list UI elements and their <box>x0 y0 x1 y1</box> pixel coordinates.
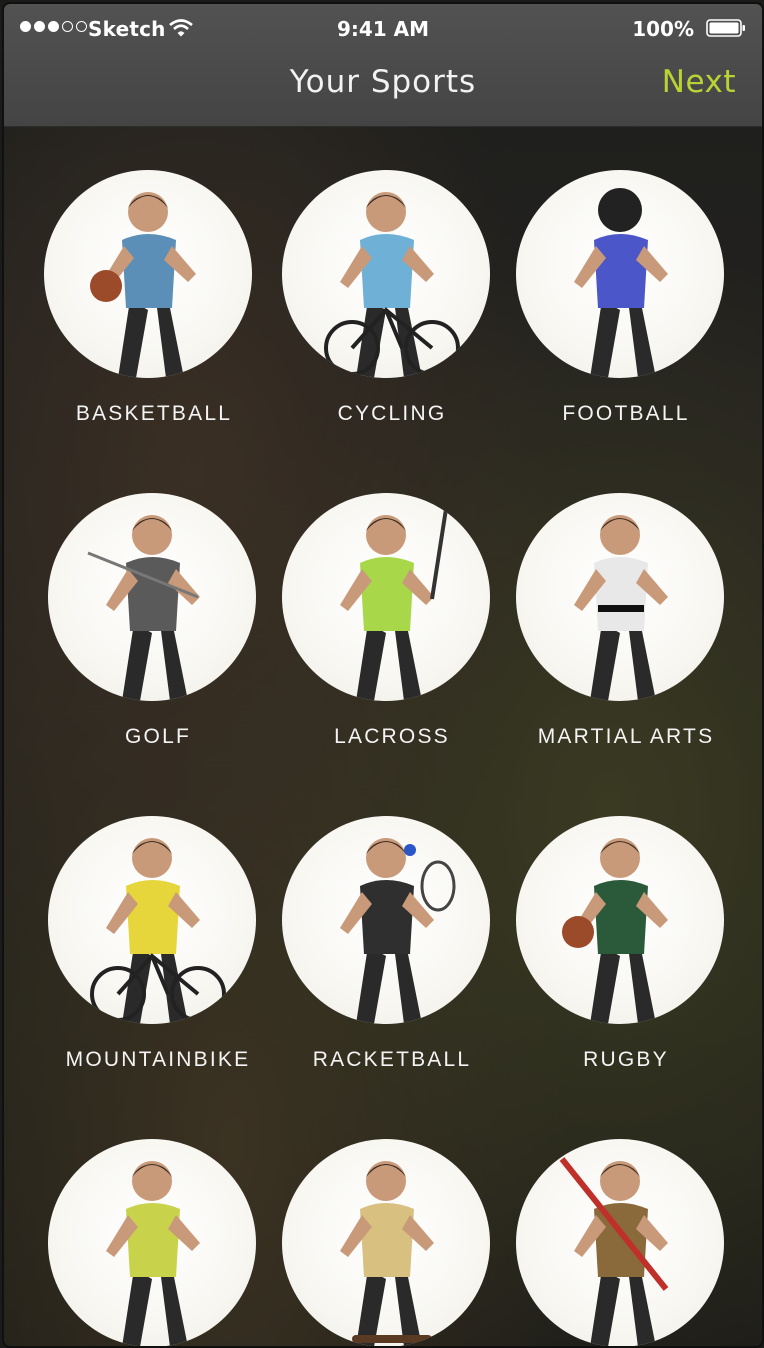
athlete-figure <box>574 515 668 701</box>
athlete-figure <box>87 515 200 701</box>
athlete-figure <box>559 1157 669 1346</box>
sport-photo-basketball <box>44 170 252 378</box>
athlete-figure <box>340 1161 434 1346</box>
athlete-figure <box>574 188 668 378</box>
next-button[interactable]: Next <box>662 64 736 100</box>
sport-photo-skateboarding <box>282 1139 490 1346</box>
athlete-figure <box>90 192 196 378</box>
battery-percentage: 100% <box>632 17 694 41</box>
athlete-figure <box>562 838 668 1024</box>
athlete-figure <box>106 1161 200 1346</box>
battery-icon <box>706 19 745 37</box>
page-title: Your Sports <box>289 64 477 100</box>
athlete-figure <box>90 838 226 1024</box>
sport-photo-running <box>48 1139 256 1346</box>
sport-photo-rugby <box>516 816 724 1024</box>
sport-photo-skiing <box>516 1139 724 1346</box>
sport-photo-cycling <box>282 170 490 378</box>
top-bar: Sketch 9:41 AM 100% Your Sports Next <box>4 4 762 127</box>
sport-photo-football <box>516 170 724 378</box>
phone-screen: Sketch 9:41 AM 100% Your Sports Next BAS… <box>2 2 764 1348</box>
sport-photo-lacross <box>282 493 490 701</box>
athlete-figure <box>340 508 448 701</box>
status-bar: Sketch 9:41 AM 100% <box>4 4 762 52</box>
sport-label: RUGBY <box>583 1048 669 1071</box>
sport-photo-racketball <box>282 816 490 1024</box>
sport-label: FOOTBALL <box>562 402 690 425</box>
sport-label: MARTIAL ARTS <box>537 725 715 748</box>
athlete-figure <box>324 192 460 378</box>
sport-photo-golf <box>48 493 256 701</box>
sport-photo-mountainbike <box>48 816 256 1024</box>
athlete-figure <box>340 838 456 1024</box>
sport-photo-martial-arts <box>516 493 724 701</box>
sports-grid: BASKETBALL CYCLING FOOTBALL GOLF LACROSS… <box>4 126 762 1346</box>
